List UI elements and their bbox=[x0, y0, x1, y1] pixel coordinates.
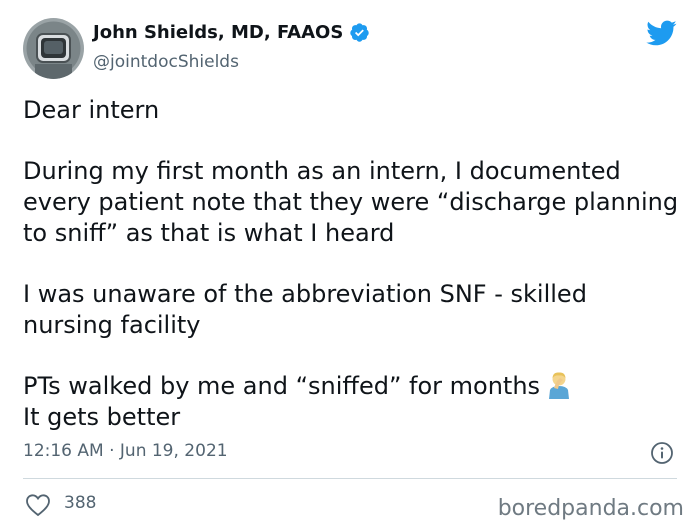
astronaut-helmet-avatar-icon bbox=[23, 18, 84, 79]
tweet-paragraph: I was unaware of the abbreviation SNF - … bbox=[23, 280, 587, 339]
tweet-line: PTs walked by me and “sniffed” for month… bbox=[23, 372, 541, 400]
watermark: boredpanda.com bbox=[497, 496, 684, 521]
avatar[interactable] bbox=[23, 18, 84, 79]
like-count: 388 bbox=[64, 493, 97, 513]
tweet-paragraph-group: PTs walked by me and “sniffed” for month… bbox=[23, 371, 683, 433]
verified-badge-icon bbox=[349, 22, 370, 43]
twitter-bird-icon[interactable] bbox=[645, 19, 677, 47]
tweet-timestamp[interactable]: 12:16 AM · Jun 19, 2021 bbox=[23, 441, 228, 461]
divider bbox=[23, 478, 677, 479]
facepalm-emoji-icon bbox=[546, 371, 572, 399]
tweet-paragraph: During my first month as an intern, I do… bbox=[23, 157, 679, 247]
author-name[interactable]: John Shields, MD, FAAOS bbox=[93, 22, 343, 43]
info-icon[interactable] bbox=[650, 441, 674, 465]
tweet-paragraph: Dear intern bbox=[23, 96, 160, 124]
tweet-text: Dear intern During my first month as an … bbox=[23, 95, 683, 433]
author-name-row: John Shields, MD, FAAOS bbox=[93, 22, 370, 43]
tweet-line: It gets better bbox=[23, 403, 181, 431]
heart-icon[interactable] bbox=[25, 493, 51, 517]
author-handle[interactable]: @jointdocShields bbox=[93, 52, 239, 72]
